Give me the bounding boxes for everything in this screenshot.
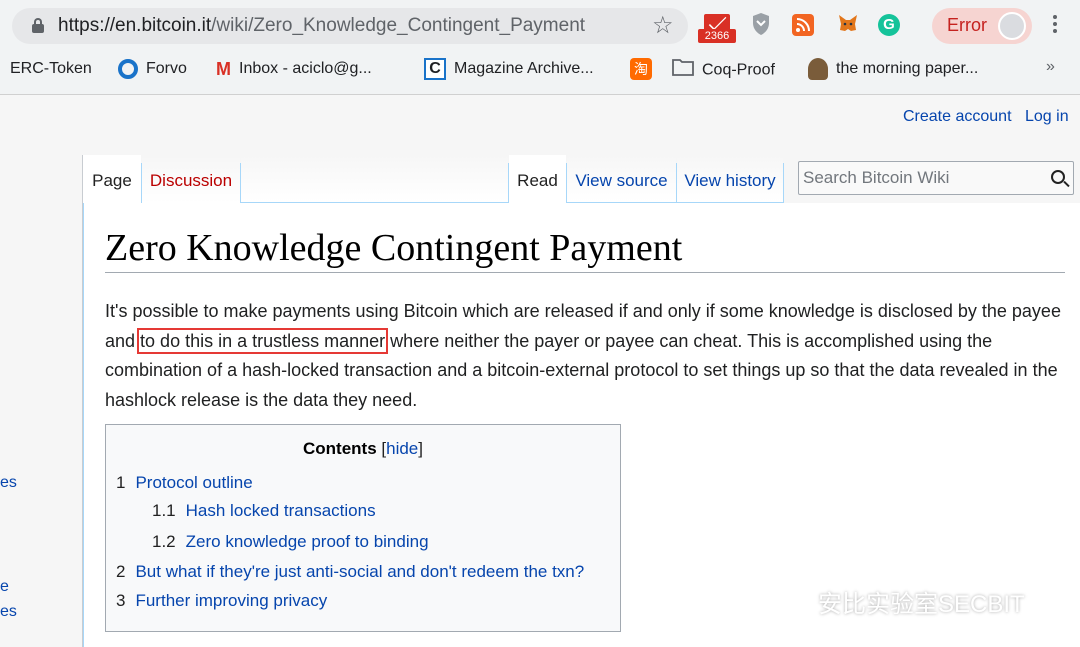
bookmark-erc-token[interactable]: ERC-Token xyxy=(10,58,92,80)
highlighted-phrase: to do this in a trustless manner xyxy=(137,327,389,354)
morning-paper-icon xyxy=(808,58,828,80)
metamask-fox-icon[interactable] xyxy=(837,12,859,40)
tab-read[interactable]: Read xyxy=(509,155,566,203)
tab-page[interactable]: Page xyxy=(83,155,141,203)
bookmark-gmail-inbox[interactable]: M Inbox - aciclo@g... xyxy=(216,58,372,80)
toc-label: Protocol outline xyxy=(135,473,253,492)
create-account-link[interactable]: Create account xyxy=(903,108,1012,126)
login-link[interactable]: Log in xyxy=(1025,108,1069,126)
shield-extension-icon[interactable] xyxy=(752,12,770,40)
avatar xyxy=(998,12,1026,40)
more-bookmarks-chevron-icon[interactable]: » xyxy=(1046,58,1055,76)
toc-hide-link[interactable]: hide xyxy=(386,439,418,458)
gmail-count-badge: 2366 xyxy=(698,29,736,43)
page-title: Zero Knowledge Contingent Payment xyxy=(105,227,683,269)
sidebar-link-fragment[interactable]: es xyxy=(0,603,17,621)
watermark-text: 安比实验室SECBIT xyxy=(818,591,1025,618)
browser-chrome: https://en.bitcoin.it/wiki/Zero_Knowledg… xyxy=(0,0,1080,95)
search-input[interactable] xyxy=(803,166,1043,190)
bookmarks-bar: ERC-Token Forvo M Inbox - aciclo@g... C Ma… xyxy=(0,54,1080,84)
grammarly-icon[interactable]: G xyxy=(878,12,902,40)
bookmark-coq-proof[interactable]: Coq-Proof xyxy=(672,58,775,80)
sidebar-link-fragment[interactable]: es xyxy=(0,474,17,492)
toc-number: 2 xyxy=(116,562,126,581)
tab-view-source[interactable]: View source xyxy=(567,155,676,203)
toc-number: 1.2 xyxy=(152,532,176,551)
forvo-icon xyxy=(118,58,138,79)
toc-label: Further improving privacy xyxy=(135,591,328,610)
bookmark-forvo[interactable]: Forvo xyxy=(118,58,187,80)
rss-extension-icon[interactable] xyxy=(792,12,816,40)
gmail-icon: M xyxy=(216,59,231,79)
search-icon[interactable] xyxy=(1051,170,1065,184)
toc-item[interactable]: 2 But what if they're just anti-social an… xyxy=(116,562,584,582)
title-divider xyxy=(105,272,1065,273)
gmail-extension[interactable]: 2366 xyxy=(698,12,736,43)
intro-paragraph: It's possible to make payments using Bit… xyxy=(105,297,1067,415)
table-of-contents: Contents [hide] 1 Protocol outline 1.1 Has… xyxy=(105,424,621,632)
magazine-c-icon: C xyxy=(424,58,446,80)
wiki-search xyxy=(798,161,1074,195)
bookmark-star-icon[interactable]: ☆ xyxy=(652,11,674,40)
toc-number: 1.1 xyxy=(152,501,176,520)
sidebar-link-fragment[interactable]: e xyxy=(0,578,9,596)
toc-item[interactable]: 1.1 Hash locked transactions xyxy=(152,501,376,521)
toc-number: 1 xyxy=(116,473,126,492)
address-bar[interactable]: https://en.bitcoin.it/wiki/Zero_Knowledg… xyxy=(12,8,688,44)
tab-view-history[interactable]: View history xyxy=(677,155,783,203)
browser-menu-icon[interactable] xyxy=(1046,12,1064,40)
folder-icon xyxy=(672,58,694,83)
toc-item[interactable]: 1 Protocol outline xyxy=(116,473,253,493)
bookmark-magazine-archive[interactable]: C Magazine Archive... xyxy=(424,58,594,80)
toc-label: Hash locked transactions xyxy=(185,501,376,520)
toc-number: 3 xyxy=(116,591,126,610)
wiki-header xyxy=(0,96,1080,156)
profile-error-button[interactable]: Error xyxy=(932,8,1032,44)
taobao-icon[interactable]: 淘 xyxy=(630,58,660,80)
toc-item[interactable]: 1.2 Zero knowledge proof to binding xyxy=(152,532,429,552)
wechat-icon xyxy=(772,590,812,622)
watermark: 安比实验室SECBIT xyxy=(772,584,1025,618)
tab-spacer xyxy=(241,155,508,203)
toc-item[interactable]: 3 Further improving privacy xyxy=(116,591,327,611)
tab-discussion[interactable]: Discussion xyxy=(142,155,240,203)
profile-error-label: Error xyxy=(947,15,987,35)
toc-title: Contents [hide] xyxy=(106,439,620,459)
bookmark-morning-paper[interactable]: the morning paper... xyxy=(808,58,978,80)
lock-icon[interactable] xyxy=(32,18,44,34)
url-text[interactable]: https://en.bitcoin.it/wiki/Zero_Knowledg… xyxy=(58,15,585,37)
toc-label: Zero knowledge proof to binding xyxy=(185,532,429,551)
toc-bracket-close: ] xyxy=(418,439,423,458)
toc-label: But what if they're just anti-social and… xyxy=(135,562,585,581)
toc-heading: Contents xyxy=(302,439,377,458)
